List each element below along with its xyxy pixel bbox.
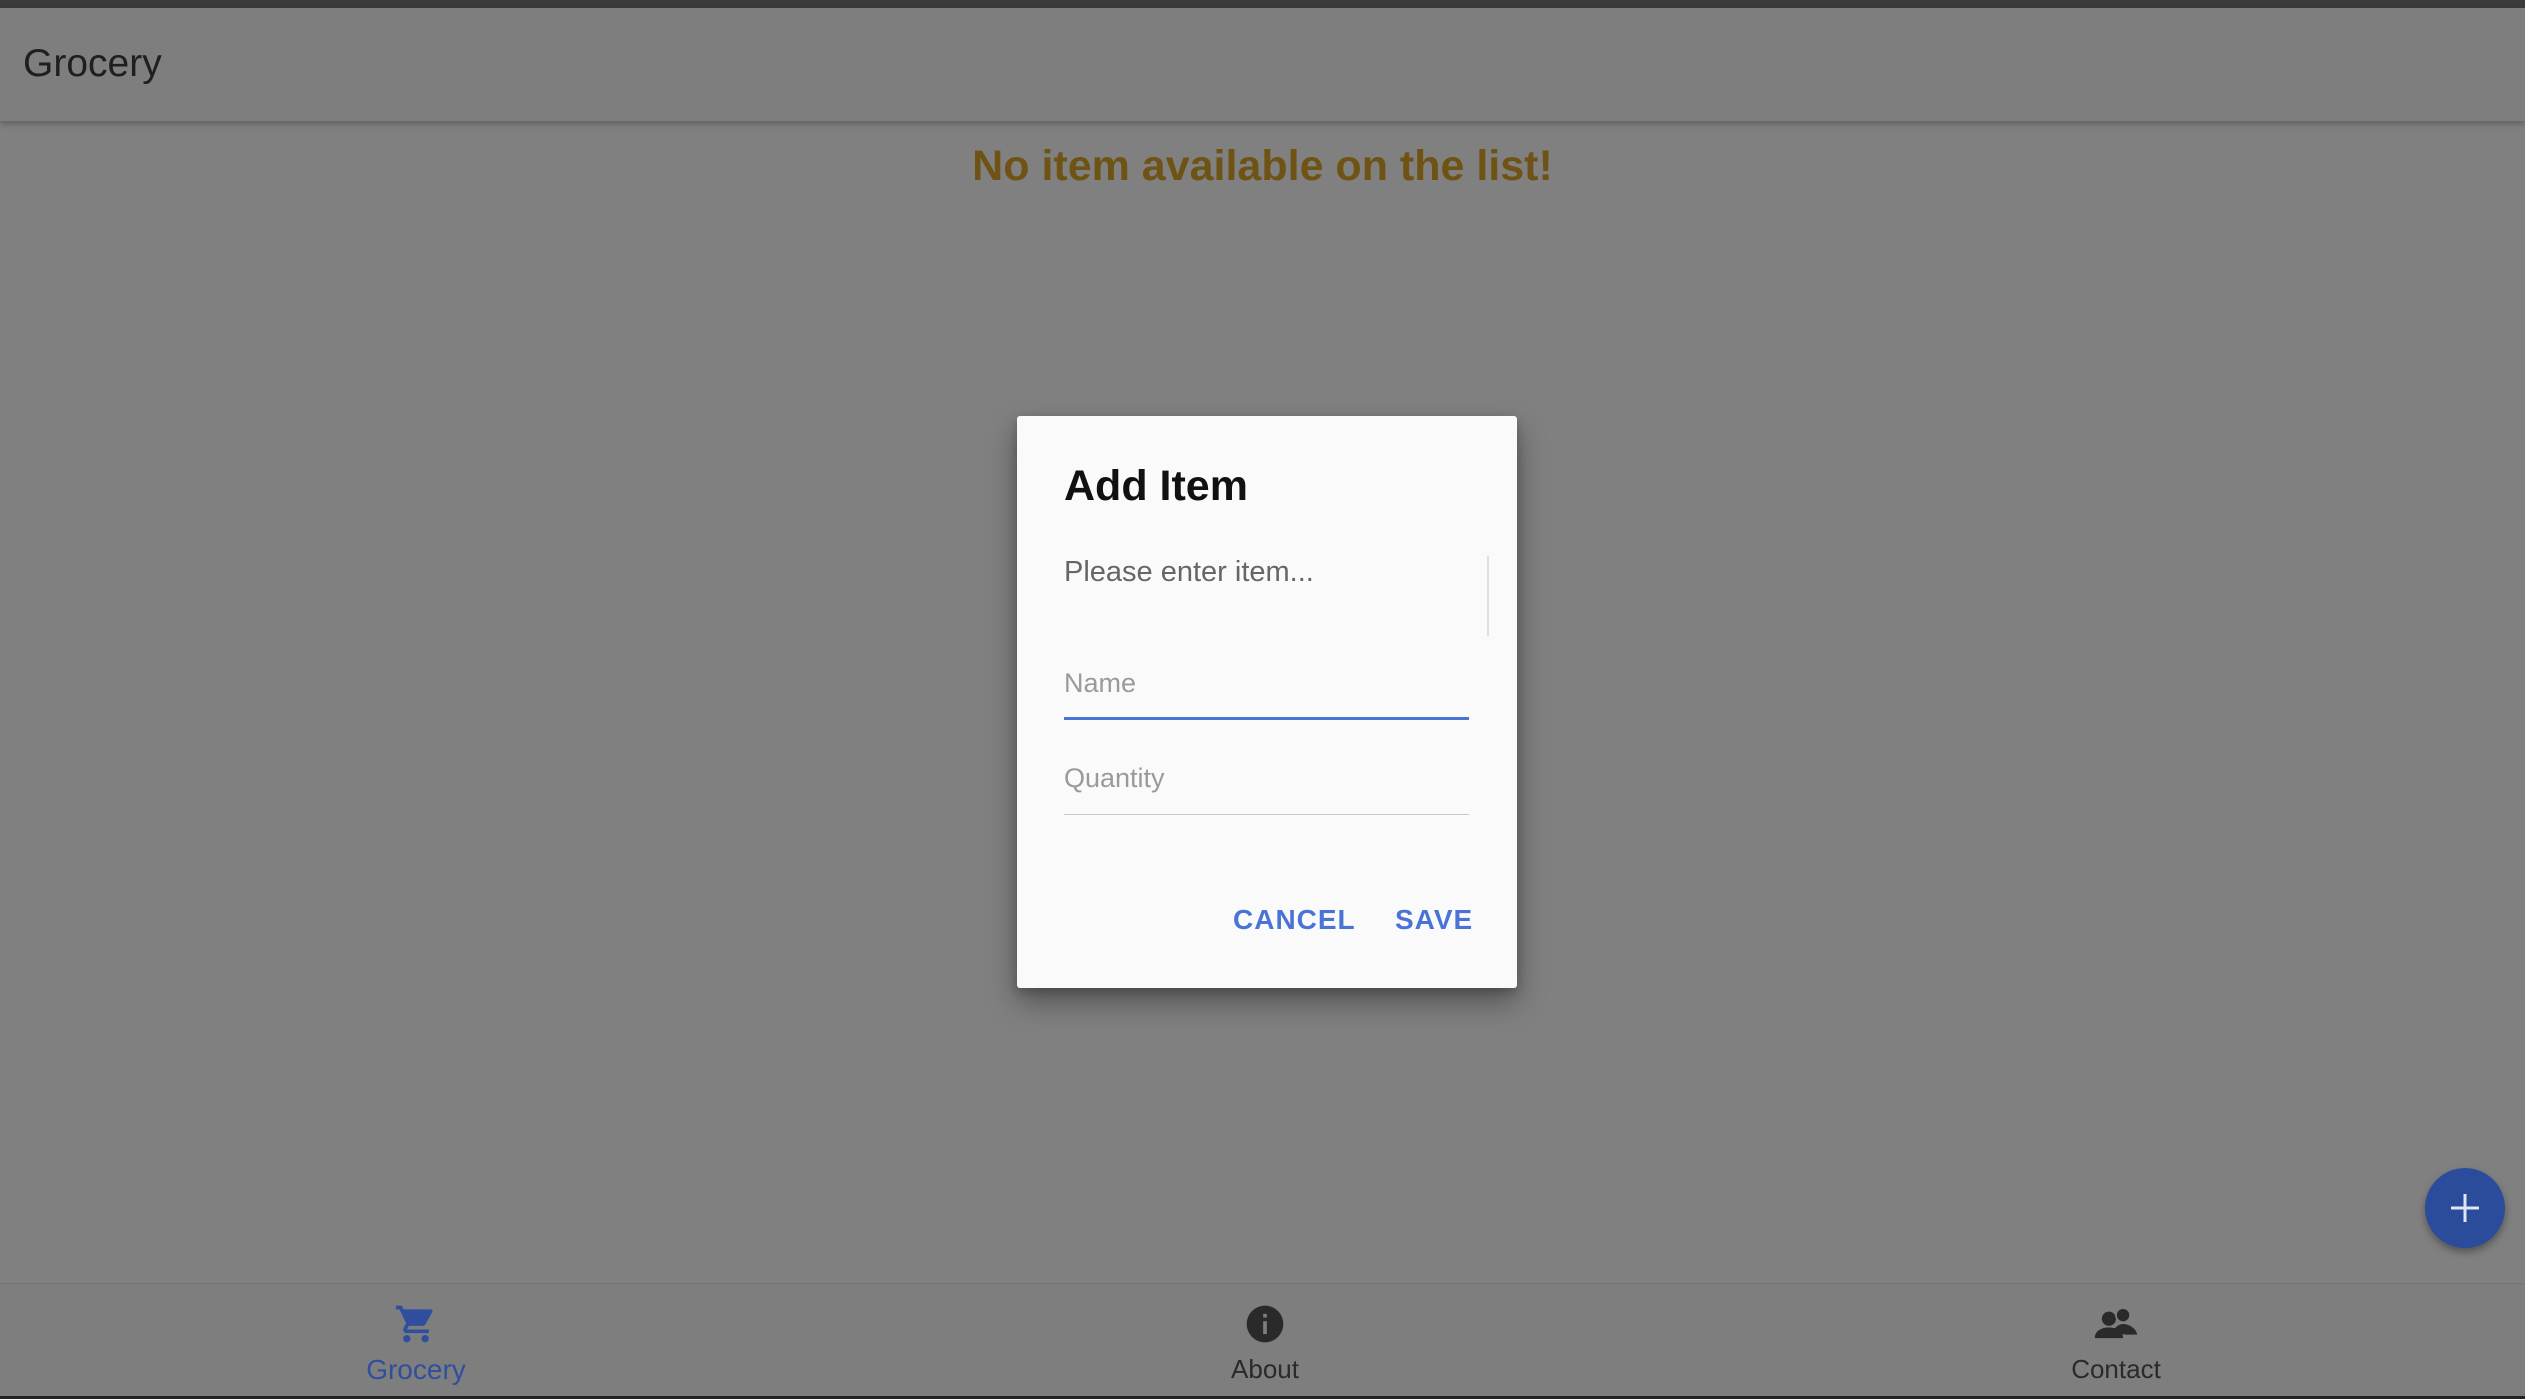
nav-item-contact[interactable]: Contact: [2016, 1300, 2216, 1385]
quantity-field-label: Quantity: [1064, 763, 1165, 793]
name-field-label: Name: [1064, 668, 1137, 698]
contacts-icon: [2016, 1300, 2216, 1348]
plus-icon: [2451, 1194, 2479, 1222]
cancel-button[interactable]: CANCEL: [1233, 904, 1356, 936]
add-item-dialog: Add Item Please enter item... Name Quant…: [1017, 416, 1517, 988]
dialog-title: Add Item: [1064, 462, 1248, 510]
app-title: Grocery: [23, 42, 162, 85]
name-field-underline: [1064, 717, 1469, 720]
window-top-strip: [0, 0, 2525, 8]
app-bar: Grocery: [0, 8, 2525, 121]
dialog-scrollbar[interactable]: [1487, 556, 1489, 636]
nav-label-contact: Contact: [2071, 1354, 2161, 1384]
dialog-text: Please enter item...: [1064, 556, 1314, 588]
nav-label-grocery: Grocery: [366, 1354, 466, 1385]
save-button[interactable]: SAVE: [1395, 904, 1473, 936]
empty-list-message: No item available on the list!: [972, 142, 1553, 190]
quantity-field[interactable]: Quantity: [1064, 755, 1469, 815]
shopping-cart-icon: [316, 1300, 516, 1348]
quantity-field-underline: [1064, 814, 1469, 815]
nav-item-grocery[interactable]: Grocery: [316, 1300, 516, 1386]
name-field[interactable]: Name: [1064, 660, 1469, 720]
add-item-fab[interactable]: [2425, 1168, 2505, 1248]
nav-label-about: About: [1231, 1354, 1299, 1384]
nav-item-about[interactable]: About: [1165, 1300, 1365, 1385]
info-icon: [1165, 1300, 1365, 1348]
bottom-navigation: Grocery About Contact: [0, 1283, 2525, 1398]
